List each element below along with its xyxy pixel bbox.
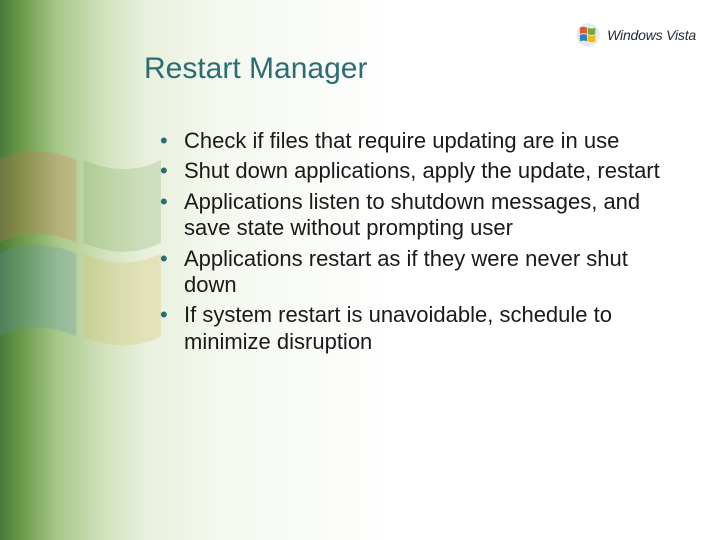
list-item: Applications restart as if they were nev… — [160, 246, 660, 299]
list-item: Applications listen to shutdown messages… — [160, 189, 660, 242]
logo-text-suffix: Vista — [666, 27, 696, 43]
logo-text: Windows Vista — [607, 27, 696, 43]
slide: Windows Vista Restart Manager Check if f… — [0, 0, 720, 540]
bullet-list: Check if files that require updating are… — [160, 128, 660, 359]
list-item: Shut down applications, apply the update… — [160, 158, 660, 184]
list-item: If system restart is unavoidable, schedu… — [160, 302, 660, 355]
list-item: Check if files that require updating are… — [160, 128, 660, 154]
slide-title: Restart Manager — [144, 52, 367, 86]
vista-logo: Windows Vista — [575, 22, 696, 48]
logo-text-prefix: Windows — [607, 27, 662, 43]
windows-flag-icon — [575, 22, 601, 48]
